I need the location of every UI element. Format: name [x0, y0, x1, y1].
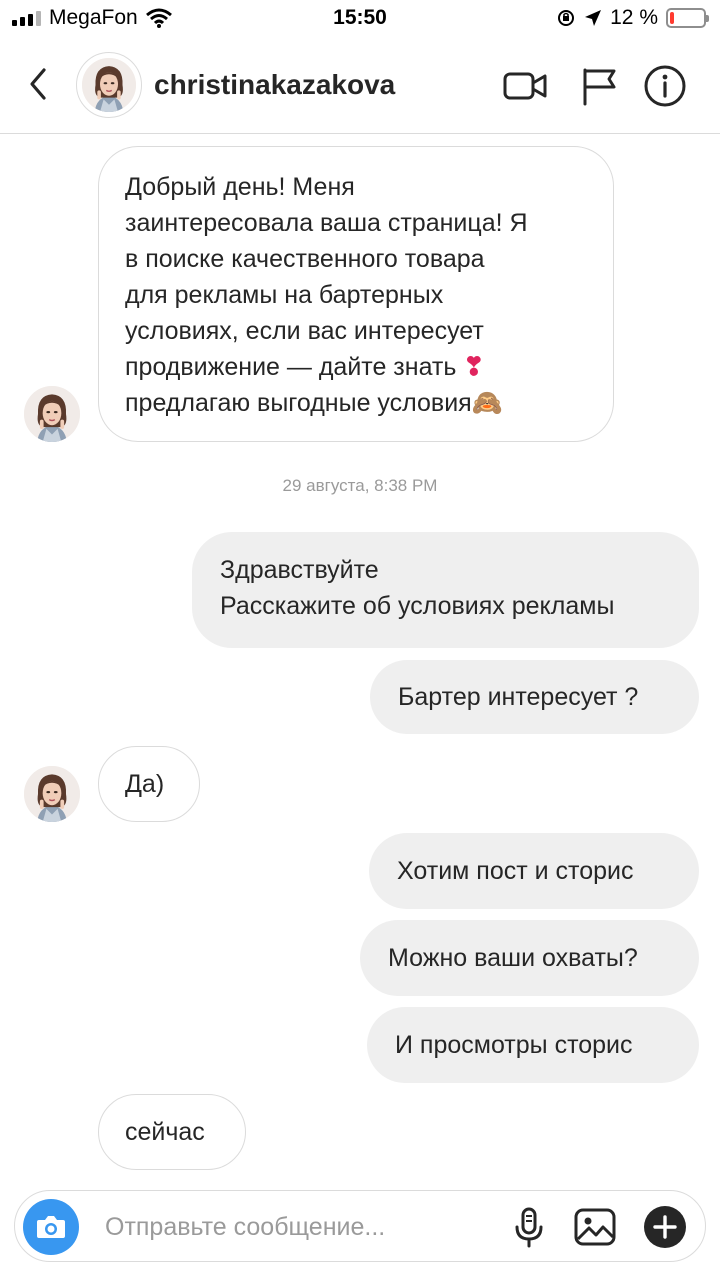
message-line: Добрый день! Меня	[125, 173, 355, 201]
message-line: для рекламы на бартерных	[125, 281, 444, 309]
outgoing-message[interactable]: Можно ваши охваты?	[360, 920, 699, 996]
microphone-icon[interactable]	[507, 1205, 551, 1249]
message-line: в поиске качественного товара	[125, 245, 485, 273]
video-camera-icon[interactable]	[502, 64, 548, 108]
message-timestamp: 29 августа, 8:38 PM	[282, 476, 438, 495]
orientation-lock-icon	[558, 10, 575, 26]
chat-header: christinakazakova	[0, 36, 720, 134]
message-line: условиях, если вас интересует	[125, 317, 484, 345]
message-text: Хотим пост и сторис	[397, 857, 634, 885]
sender-avatar[interactable]	[24, 386, 80, 442]
message-text: Можно ваши охваты?	[388, 944, 638, 972]
chat-username[interactable]: christinakazakova	[154, 69, 395, 101]
info-icon[interactable]	[642, 64, 688, 108]
header-avatar[interactable]	[76, 52, 142, 118]
incoming-message[interactable]: Добрый день! Меня заинтересовала ваша ст…	[98, 146, 614, 442]
heart-exclamation-emoji: ❣	[463, 353, 485, 381]
outgoing-message[interactable]: Здравствуйте Расскажите об условиях рекл…	[192, 532, 699, 648]
chevron-left-icon[interactable]	[22, 64, 56, 104]
flag-icon[interactable]	[576, 64, 622, 108]
status-bar: MegaFon 15:50 12 %	[0, 0, 720, 36]
status-right: 12 %	[556, 6, 709, 30]
message-line: заинтересовала ваша страница! Я	[125, 209, 528, 237]
message-line: продвижение — дайте знать	[125, 353, 457, 381]
camera-icon	[37, 1216, 65, 1238]
message-text: Бартер интересует ?	[398, 683, 639, 711]
plus-circle-icon[interactable]	[643, 1205, 687, 1249]
sender-avatar[interactable]	[24, 766, 80, 822]
message-line-with-emoji: продвижение — дайте знать ❣	[125, 349, 587, 385]
outgoing-message[interactable]: Бартер интересует ?	[370, 660, 699, 734]
avatar	[24, 386, 80, 442]
message-line: предлагаю выгодные условия	[125, 389, 472, 417]
message-line: Расскажите об условиях рекламы	[220, 592, 615, 620]
message-input[interactable]	[105, 1209, 495, 1245]
avatar	[24, 766, 80, 822]
message-line: Здравствуйте	[220, 556, 379, 584]
incoming-message[interactable]: сейчас	[98, 1094, 246, 1170]
battery-percent: 12 %	[610, 6, 658, 29]
outgoing-message[interactable]: Хотим пост и сторис	[369, 833, 699, 909]
location-icon	[585, 10, 602, 26]
avatar	[82, 58, 136, 112]
outgoing-message[interactable]: И просмотры сторис	[367, 1007, 699, 1083]
message-text: сейчас	[125, 1118, 205, 1146]
message-composer	[14, 1190, 706, 1262]
incoming-message[interactable]: Да)	[98, 746, 200, 822]
image-icon[interactable]	[573, 1205, 617, 1249]
see-no-evil-monkey-emoji: 🙈	[471, 389, 503, 417]
message-text: И просмотры сторис	[395, 1031, 633, 1059]
message-line-with-emoji: предлагаю выгодные условия🙈	[125, 385, 587, 421]
message-text: Да)	[125, 770, 165, 798]
camera-button[interactable]	[23, 1199, 79, 1255]
battery-icon	[666, 8, 709, 28]
